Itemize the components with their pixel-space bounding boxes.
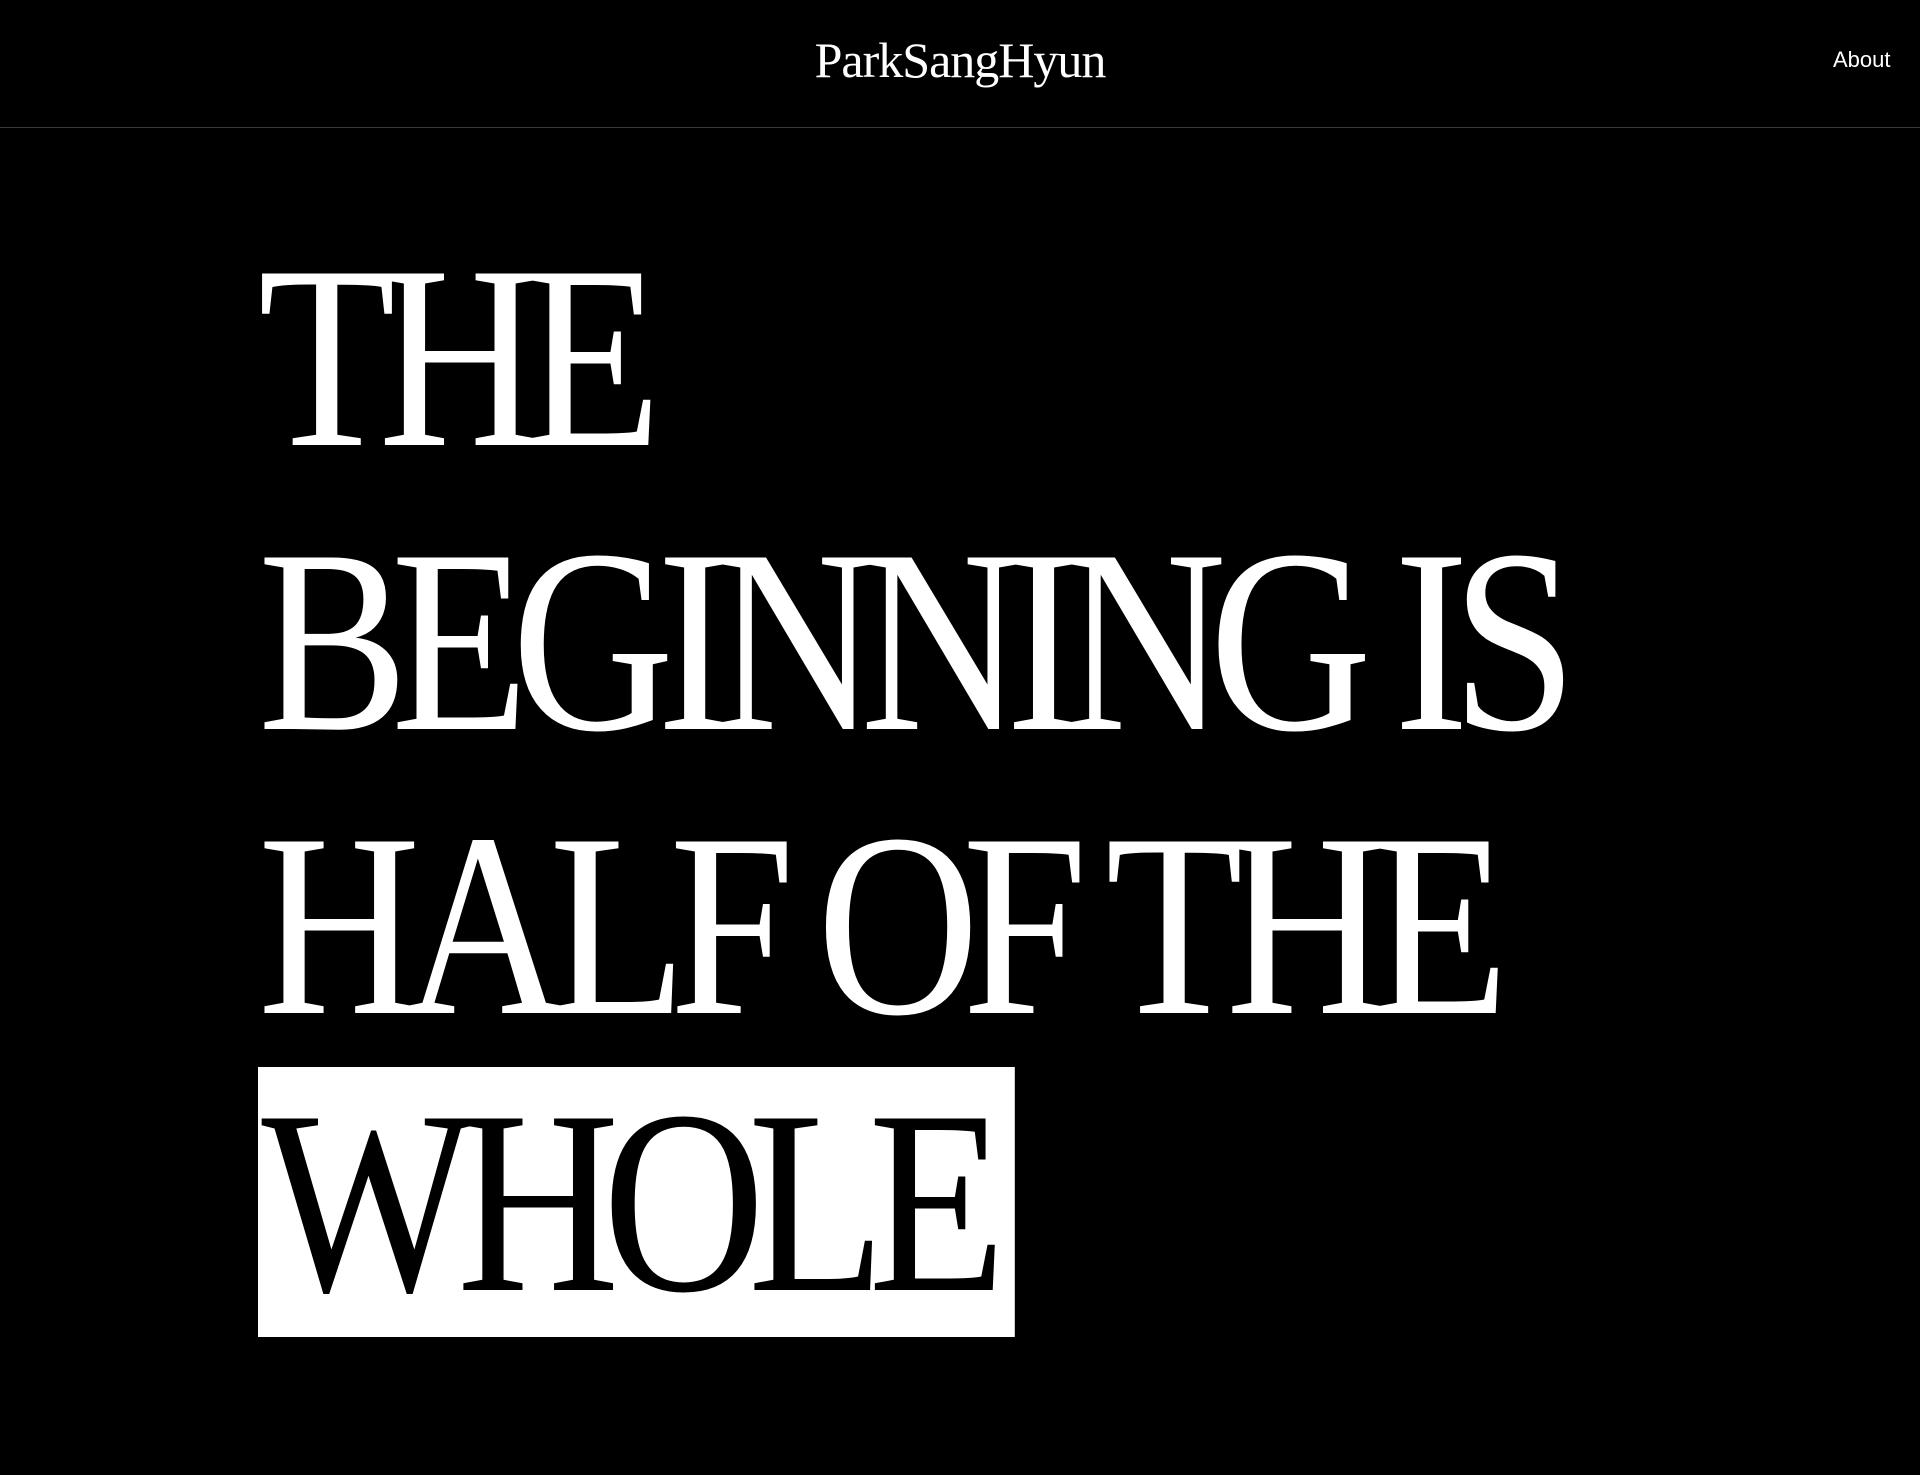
main-nav: AboutP bbox=[1833, 46, 1920, 74]
site-logo[interactable]: ParkSangHyun bbox=[0, 30, 1920, 90]
hero-heading: THE BEGINNING IS HALF OF THE WHOLE bbox=[258, 215, 1858, 1351]
nav-link-about[interactable]: About bbox=[1833, 47, 1891, 72]
hero-line-2: BEGINNING IS bbox=[258, 496, 1577, 786]
hero-line-1: THE bbox=[258, 212, 662, 502]
hero-line-4: WHOLE bbox=[258, 1067, 1858, 1351]
site-header: ParkSangHyun AboutP bbox=[0, 0, 1920, 128]
hero-line-3: HALF OF THE bbox=[258, 780, 1509, 1070]
hero-highlight-word: WHOLE bbox=[258, 1067, 1015, 1337]
